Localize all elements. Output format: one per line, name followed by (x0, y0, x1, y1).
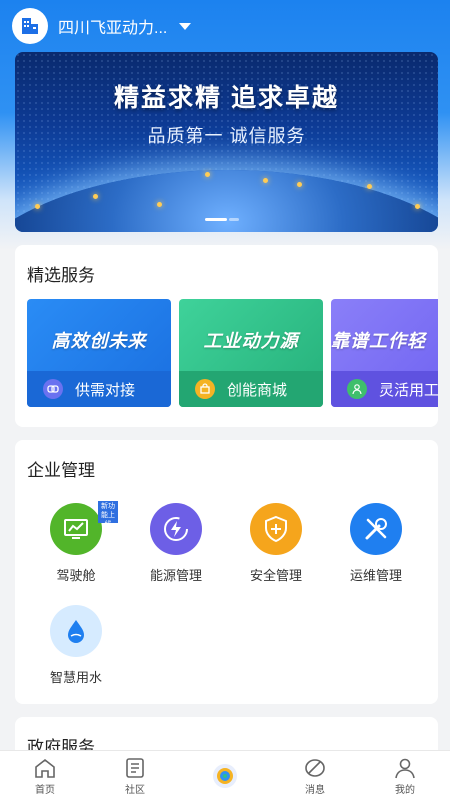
service-slogan: 工业动力源 (203, 331, 299, 351)
service-label: 灵活用工 (379, 381, 438, 399)
service-label: 供需对接 (75, 381, 136, 399)
banner-light (263, 178, 268, 183)
banner-light (35, 204, 40, 209)
company-name[interactable]: 四川飞亚动力... (58, 14, 167, 38)
banner-light (297, 182, 302, 187)
service-scroll-list[interactable]: 高效创未来 供需对接 工业动力源 创能商城 靠谱工作轻 灵活用工 (27, 299, 438, 407)
service-slogan: 靠谱工作轻 (331, 331, 426, 351)
tab-label: 首页 (35, 785, 55, 796)
tab-label: 我的 (395, 785, 415, 796)
mgmt-item-cockpit[interactable]: 新功能上线 驾驶舱 (36, 501, 118, 584)
tab-label: 社区 (125, 785, 145, 796)
mgmt-item-label: 安全管理 (249, 568, 302, 583)
banner-light (367, 184, 372, 189)
building-icon[interactable] (12, 8, 48, 44)
tools-icon (350, 503, 402, 555)
carousel-indicator-active[interactable] (205, 218, 227, 221)
carousel-indicator[interactable] (229, 218, 239, 221)
tab-center[interactable] (180, 751, 270, 800)
tab-messages[interactable]: 消息 (270, 751, 360, 800)
service-footer: 供需对接 (27, 371, 171, 407)
mgmt-item-safety[interactable]: 安全管理 (236, 503, 316, 584)
shop-icon (195, 379, 215, 399)
worker-icon (347, 379, 367, 399)
dashboard-icon: 新功能上线 (50, 501, 118, 555)
center-logo-icon (213, 764, 237, 788)
service-tile-mall[interactable]: 工业动力源 创能商城 (179, 299, 323, 407)
banner-light (157, 202, 162, 207)
mgmt-item-label: 智慧用水 (49, 670, 102, 685)
service-tile-supply[interactable]: 高效创未来 供需对接 (27, 299, 171, 407)
mgmt-item-label: 驾驶舱 (56, 568, 96, 583)
banner-light (205, 172, 210, 177)
section-title: 精选服务 (27, 266, 95, 285)
banner-title: 精益求精 追求卓越 (114, 84, 339, 112)
tab-community[interactable]: 社区 (90, 751, 180, 800)
section-title: 企业管理 (27, 461, 95, 480)
caret-down-icon[interactable] (179, 22, 192, 30)
shield-plus-icon (250, 503, 302, 555)
home-icon (35, 758, 55, 778)
bottom-tab-bar: 首页 社区 消息 我的 (0, 750, 450, 800)
tab-label: 消息 (305, 785, 325, 796)
tab-home[interactable]: 首页 (0, 751, 90, 800)
banner-light (93, 194, 98, 199)
water-drop-icon (50, 605, 102, 657)
service-footer: 灵活用工 (331, 371, 438, 407)
banner-subtitle: 品质第一 诚信服务 (147, 126, 306, 146)
service-footer: 创能商城 (179, 371, 323, 407)
tab-profile[interactable]: 我的 (360, 751, 450, 800)
mgmt-item-energy[interactable]: 能源管理 (136, 503, 216, 584)
mgmt-item-label: 运维管理 (349, 568, 402, 583)
banner-light (415, 204, 420, 209)
header: 四川飞亚动力... (12, 8, 312, 44)
mgmt-item-water[interactable]: 智慧用水 (36, 605, 116, 686)
featured-services-card: 精选服务 高效创未来 供需对接 工业动力源 创能商城 靠谱工作轻 灵活用工 (15, 245, 438, 427)
service-label: 创能商城 (227, 381, 288, 399)
message-icon (305, 759, 325, 777)
community-icon (126, 758, 144, 778)
energy-icon (150, 503, 202, 555)
mgmt-item-maintenance[interactable]: 运维管理 (336, 503, 416, 584)
mgmt-item-label: 能源管理 (149, 568, 202, 583)
new-feature-badge: 新功能上线 (98, 501, 118, 528)
enterprise-management-card: 企业管理 新功能上线 驾驶舱 能源管理 安全管理 运维管理 智慧用水 (15, 440, 438, 704)
profile-icon (395, 758, 415, 779)
service-tile-staffing[interactable]: 靠谱工作轻 灵活用工 (331, 299, 438, 407)
service-slogan: 高效创未来 (51, 331, 147, 351)
banner-carousel[interactable]: 精益求精 追求卓越 品质第一 诚信服务 (15, 52, 438, 232)
link-icon (43, 379, 63, 399)
